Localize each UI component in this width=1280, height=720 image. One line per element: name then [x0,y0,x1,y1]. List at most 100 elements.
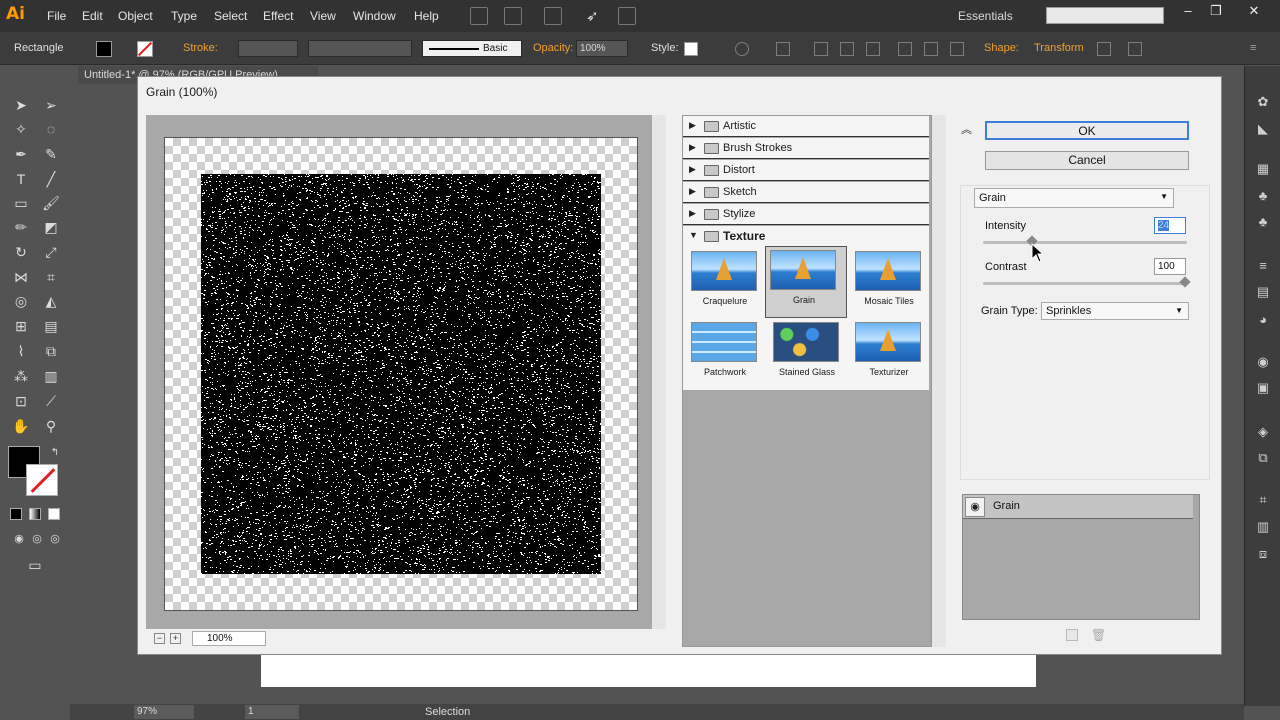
shape-builder-tool-icon[interactable]: ◎ [10,290,32,312]
filter-stained-glass[interactable]: Stained Glass [769,319,851,389]
color-guide-icon[interactable]: ✿ [1254,94,1272,112]
screen-mode-icon[interactable]: ▭ [24,554,46,576]
eraser-tool-icon[interactable]: ◩ [40,216,62,238]
swatches-icon[interactable]: ▦ [1254,161,1272,179]
artboard-tool-icon[interactable]: ⊡ [10,390,32,412]
none-mode-icon[interactable] [48,508,60,520]
align-middle-icon[interactable] [924,42,938,56]
libraries-icon[interactable]: ◣ [1254,121,1272,139]
line-tool-icon[interactable]: ╱ [40,168,62,190]
gpu-performance-icon[interactable]: ➶ [586,7,604,25]
mesh-tool-icon[interactable]: ⊞ [10,315,32,337]
swap-colors-icon[interactable]: ↰ [44,442,66,464]
arrange-icon[interactable] [1128,42,1142,56]
align-panel-icon[interactable]: ▥ [1254,519,1272,537]
menu-view[interactable]: View [310,9,336,23]
filter-texturizer[interactable]: Texturizer [851,319,933,389]
new-effect-layer-icon[interactable] [1066,629,1078,641]
grain-type-select[interactable]: Sprinkles ▼ [1041,302,1189,320]
gradient-tool-icon[interactable]: ▤ [40,315,62,337]
zoom-in-button[interactable]: + [170,633,181,644]
opacity-field[interactable]: 100% [576,40,628,57]
eye-icon[interactable]: ◉ [965,497,985,517]
preview-vertical-scrollbar[interactable] [652,115,666,629]
zoom-tool-icon[interactable]: ⚲ [40,415,62,437]
isolate-icon[interactable] [1097,42,1111,56]
align-right-icon[interactable] [866,42,880,56]
magic-wand-tool-icon[interactable]: ✧ [10,118,32,140]
stroke-swatch[interactable] [137,41,153,57]
sync-icon[interactable] [618,7,636,25]
artboards-icon[interactable]: ⧉ [1254,450,1272,468]
menu-window[interactable]: Window [353,9,396,23]
align-bottom-icon[interactable] [950,42,964,56]
draw-inside-icon[interactable]: ◎ [44,528,66,550]
workspace-switcher[interactable]: Essentials [958,9,1013,23]
brushes-icon[interactable]: ♣ [1254,188,1272,206]
align-center-icon[interactable] [840,42,854,56]
free-transform-tool-icon[interactable]: ⌗ [40,266,62,288]
menu-file[interactable]: File [47,9,66,23]
rectangle-tool-icon[interactable]: ▭ [10,192,32,214]
filter-select[interactable]: Grain ▼ [974,188,1174,208]
menu-help[interactable]: Help [414,9,439,23]
align-top-icon[interactable] [898,42,912,56]
perspective-grid-tool-icon[interactable]: ◭ [40,290,62,312]
direct-selection-tool-icon[interactable]: ➢ [40,94,62,116]
category-sketch[interactable]: ▶ Sketch [683,182,929,203]
gallery-vertical-scrollbar[interactable] [932,115,946,647]
select-similar-icon[interactable] [776,42,790,56]
effect-layer-row[interactable]: ◉ Grain [963,495,1193,519]
restore-icon[interactable]: ❐ [1206,3,1226,19]
zoom-out-button[interactable]: − [154,633,165,644]
collapse-gallery-icon[interactable]: ︽ [961,121,972,137]
menu-edit[interactable]: Edit [82,9,103,23]
status-tool[interactable]: Selection [425,706,470,718]
stock-icon[interactable] [504,7,522,25]
stroke-weight-field[interactable] [238,40,298,57]
scale-tool-icon[interactable]: ⤢ [40,241,62,263]
zoom-select[interactable]: 100% [192,631,266,646]
minimize-icon[interactable]: – [1178,3,1198,18]
pencil-tool-icon[interactable]: ✏ [10,216,32,238]
menu-select[interactable]: Select [214,9,247,23]
column-graph-tool-icon[interactable]: ▥ [40,365,62,387]
search-input[interactable] [1046,7,1164,24]
fill-swatch[interactable] [96,41,112,57]
transform-panel-icon[interactable]: ⌗ [1254,492,1272,510]
delete-effect-layer-icon[interactable]: 🗑 [1091,628,1106,642]
color-mode-icon[interactable] [10,508,22,520]
intensity-input[interactable]: 24 [1154,217,1186,234]
menu-effect[interactable]: Effect [263,9,293,23]
selection-tool-icon[interactable]: ➤ [10,94,32,116]
brush-definition-field[interactable]: Basic [422,40,522,57]
gradient-mode-icon[interactable] [29,508,41,520]
filter-patchwork[interactable]: Patchwork [687,319,769,389]
lasso-tool-icon[interactable]: ◌ [40,118,62,140]
rotate-tool-icon[interactable]: ↻ [10,241,32,263]
appearance-icon[interactable]: ◉ [1254,354,1272,372]
variable-width-field[interactable] [308,40,412,57]
width-tool-icon[interactable]: ⋈ [10,266,32,288]
blend-tool-icon[interactable]: ⧉ [40,340,62,362]
panel-menu-icon[interactable]: ≡ [1250,42,1264,56]
category-distort[interactable]: ▶ Distort [683,160,929,181]
transform-label[interactable]: Transform [1034,42,1084,54]
ok-button[interactable]: OK [985,121,1189,140]
contrast-input[interactable]: 100 [1154,258,1186,275]
stroke-panel-icon[interactable]: ≡ [1254,258,1272,276]
category-stylize[interactable]: ▶ Stylize [683,204,929,225]
zoom-field[interactable]: 97% [134,705,194,719]
gradient-panel-icon[interactable]: ▤ [1254,284,1272,302]
category-brush-strokes[interactable]: ▶ Brush Strokes [683,138,929,159]
stroke-label[interactable]: Stroke: [183,42,218,54]
filter-mosaic-tiles[interactable]: Mosaic Tiles [851,248,933,318]
bridge-icon[interactable] [470,7,488,25]
intensity-slider[interactable] [983,241,1187,244]
type-tool-icon[interactable]: T [10,168,32,190]
contrast-slider[interactable] [983,282,1187,285]
category-artistic[interactable]: ▶ Artistic [683,116,929,137]
style-swatch[interactable] [684,42,698,56]
pen-tool-icon[interactable]: ✒ [10,143,32,165]
paintbrush-tool-icon[interactable]: 🖌 [40,192,62,214]
